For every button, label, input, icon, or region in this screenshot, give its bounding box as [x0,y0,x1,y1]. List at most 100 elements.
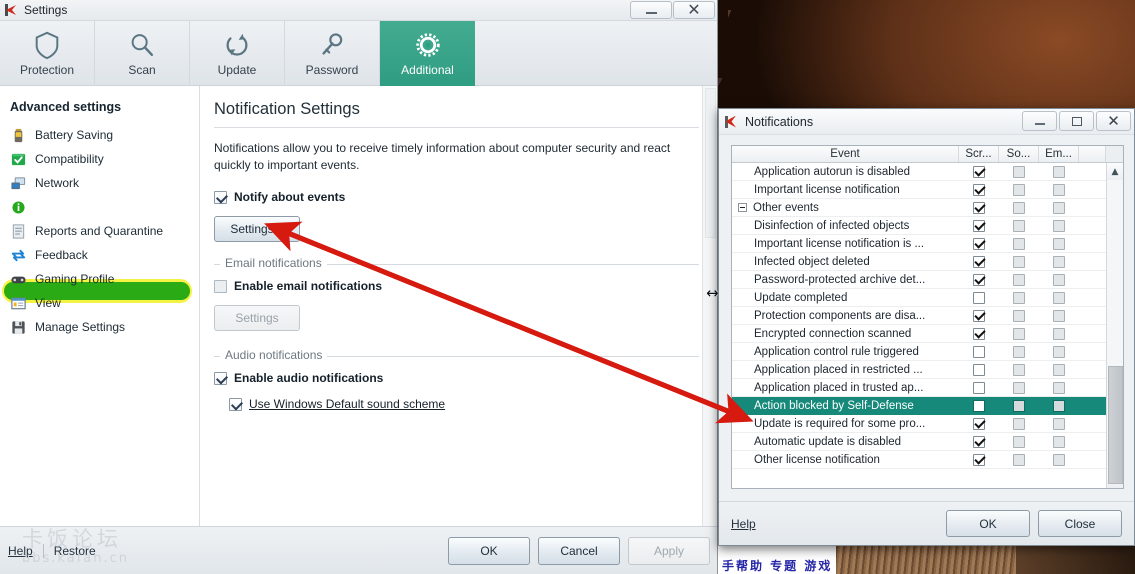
email-checkbox-cell[interactable] [1039,273,1079,286]
email-settings-button[interactable]: Settings [214,305,300,331]
table-row[interactable]: Disinfection of infected objects [732,217,1106,235]
sound-checkbox[interactable] [1013,399,1025,412]
column-header-email[interactable]: Em... [1039,146,1079,162]
screen-checkbox-cell[interactable] [959,453,999,466]
email-checkbox-cell[interactable] [1039,399,1079,412]
screen-checkbox-cell[interactable] [959,345,999,358]
screen-checkbox-cell[interactable] [959,399,999,412]
table-row[interactable]: Application placed in restricted ... [732,361,1106,379]
email-checkbox-cell[interactable] [1039,381,1079,394]
dialog-minimize-button[interactable] [1022,111,1057,131]
sound-checkbox-cell[interactable] [999,237,1039,250]
sound-checkbox[interactable] [1013,165,1025,178]
screen-checkbox-cell[interactable] [959,165,999,178]
email-checkbox-cell[interactable] [1039,309,1079,322]
dialog-close-button-footer[interactable]: Close [1038,510,1122,537]
sound-checkbox-cell[interactable] [999,399,1039,412]
sound-checkbox[interactable] [1013,255,1025,268]
screen-checkbox-cell[interactable] [959,381,999,394]
screen-checkbox-cell[interactable] [959,327,999,340]
email-checkbox[interactable] [1053,381,1065,394]
email-checkbox-cell[interactable] [1039,255,1079,268]
email-checkbox[interactable] [1053,201,1065,214]
sound-checkbox-cell[interactable] [999,435,1039,448]
screen-checkbox-cell[interactable] [959,201,999,214]
screen-checkbox-cell[interactable] [959,219,999,232]
column-header-event[interactable]: Event [732,146,959,162]
sidebar-item-gaming-profile[interactable]: Gaming Profile [0,267,199,291]
sound-checkbox-cell[interactable] [999,291,1039,304]
sound-checkbox[interactable] [1013,291,1025,304]
email-checkbox-cell[interactable] [1039,417,1079,430]
email-checkbox-cell[interactable] [1039,345,1079,358]
table-row[interactable]: Other license notification [732,451,1106,469]
email-checkbox-cell[interactable] [1039,183,1079,196]
table-row[interactable]: Application control rule triggered [732,343,1106,361]
screen-checkbox-cell[interactable] [959,435,999,448]
collapse-expander-icon[interactable] [738,203,747,212]
help-link[interactable]: Help [8,544,33,558]
email-checkbox[interactable] [1053,453,1065,466]
table-row[interactable]: Application autorun is disabled [732,163,1106,181]
events-table-scrollbar[interactable]: ▲ ▼ [1106,163,1123,488]
email-checkbox[interactable] [1053,291,1065,304]
table-row[interactable]: Update completed [732,289,1106,307]
tab-protection[interactable]: Protection [0,21,95,86]
screen-checkbox[interactable] [973,183,985,196]
sound-checkbox[interactable] [1013,309,1025,322]
email-checkbox[interactable] [1053,327,1065,340]
table-row[interactable]: Other events [732,199,1106,217]
sound-checkbox[interactable] [1013,273,1025,286]
screen-checkbox[interactable] [973,363,985,376]
screen-checkbox-cell[interactable] [959,183,999,196]
table-row[interactable]: Password-protected archive det... [732,271,1106,289]
screen-checkbox[interactable] [973,201,985,214]
dialog-maximize-button[interactable] [1059,111,1094,131]
screen-checkbox[interactable] [973,453,985,466]
close-button[interactable]: ✕ [673,1,715,19]
sound-checkbox[interactable] [1013,237,1025,250]
ok-button[interactable]: OK [448,536,530,565]
enable-audio-notifications-row[interactable]: Enable audio notifications [214,371,699,385]
table-row[interactable]: Update is required for some pro... [732,415,1106,433]
sidebar-item-feedback[interactable]: Feedback [0,243,199,267]
sound-checkbox[interactable] [1013,363,1025,376]
sidebar-item-battery-saving[interactable]: Battery Saving [0,123,199,147]
sidebar-item-compatibility[interactable]: Compatibility [0,147,199,171]
dialog-ok-button[interactable]: OK [946,510,1030,537]
email-checkbox[interactable] [1053,417,1065,430]
tab-scan[interactable]: Scan [95,21,190,86]
sound-checkbox-cell[interactable] [999,381,1039,394]
content-scrollbar[interactable] [702,86,717,526]
sidebar-item-reports-and-quarantine[interactable]: Reports and Quarantine [0,219,199,243]
sound-checkbox[interactable] [1013,219,1025,232]
screen-checkbox[interactable] [973,435,985,448]
email-checkbox-cell[interactable] [1039,165,1079,178]
dialog-close-button[interactable]: ✕ [1096,111,1131,131]
sound-checkbox-cell[interactable] [999,453,1039,466]
screen-checkbox[interactable] [973,273,985,286]
table-row[interactable]: Encrypted connection scanned [732,325,1106,343]
screen-checkbox[interactable] [973,165,985,178]
sound-checkbox-cell[interactable] [999,219,1039,232]
sound-checkbox-cell[interactable] [999,255,1039,268]
scroll-thumb[interactable] [1107,366,1123,484]
apply-button[interactable]: Apply [628,536,710,565]
screen-checkbox[interactable] [973,237,985,250]
table-row[interactable]: Infected object deleted [732,253,1106,271]
sidebar-item-manage-settings[interactable]: Manage Settings [0,315,199,339]
sound-checkbox-cell[interactable] [999,363,1039,376]
table-row[interactable]: Automatic update is disabled [732,433,1106,451]
screen-checkbox[interactable] [973,381,985,394]
scroll-up-arrow-icon[interactable]: ▲ [1106,163,1123,180]
screen-checkbox[interactable] [973,255,985,268]
tab-additional[interactable]: Additional [380,21,475,86]
sound-checkbox-cell[interactable] [999,417,1039,430]
screen-checkbox[interactable] [973,399,985,412]
sound-checkbox[interactable] [1013,435,1025,448]
screen-checkbox[interactable] [973,291,985,304]
screen-checkbox[interactable] [973,309,985,322]
sound-checkbox-cell[interactable] [999,345,1039,358]
email-checkbox[interactable] [1053,345,1065,358]
cancel-button[interactable]: Cancel [538,536,620,565]
